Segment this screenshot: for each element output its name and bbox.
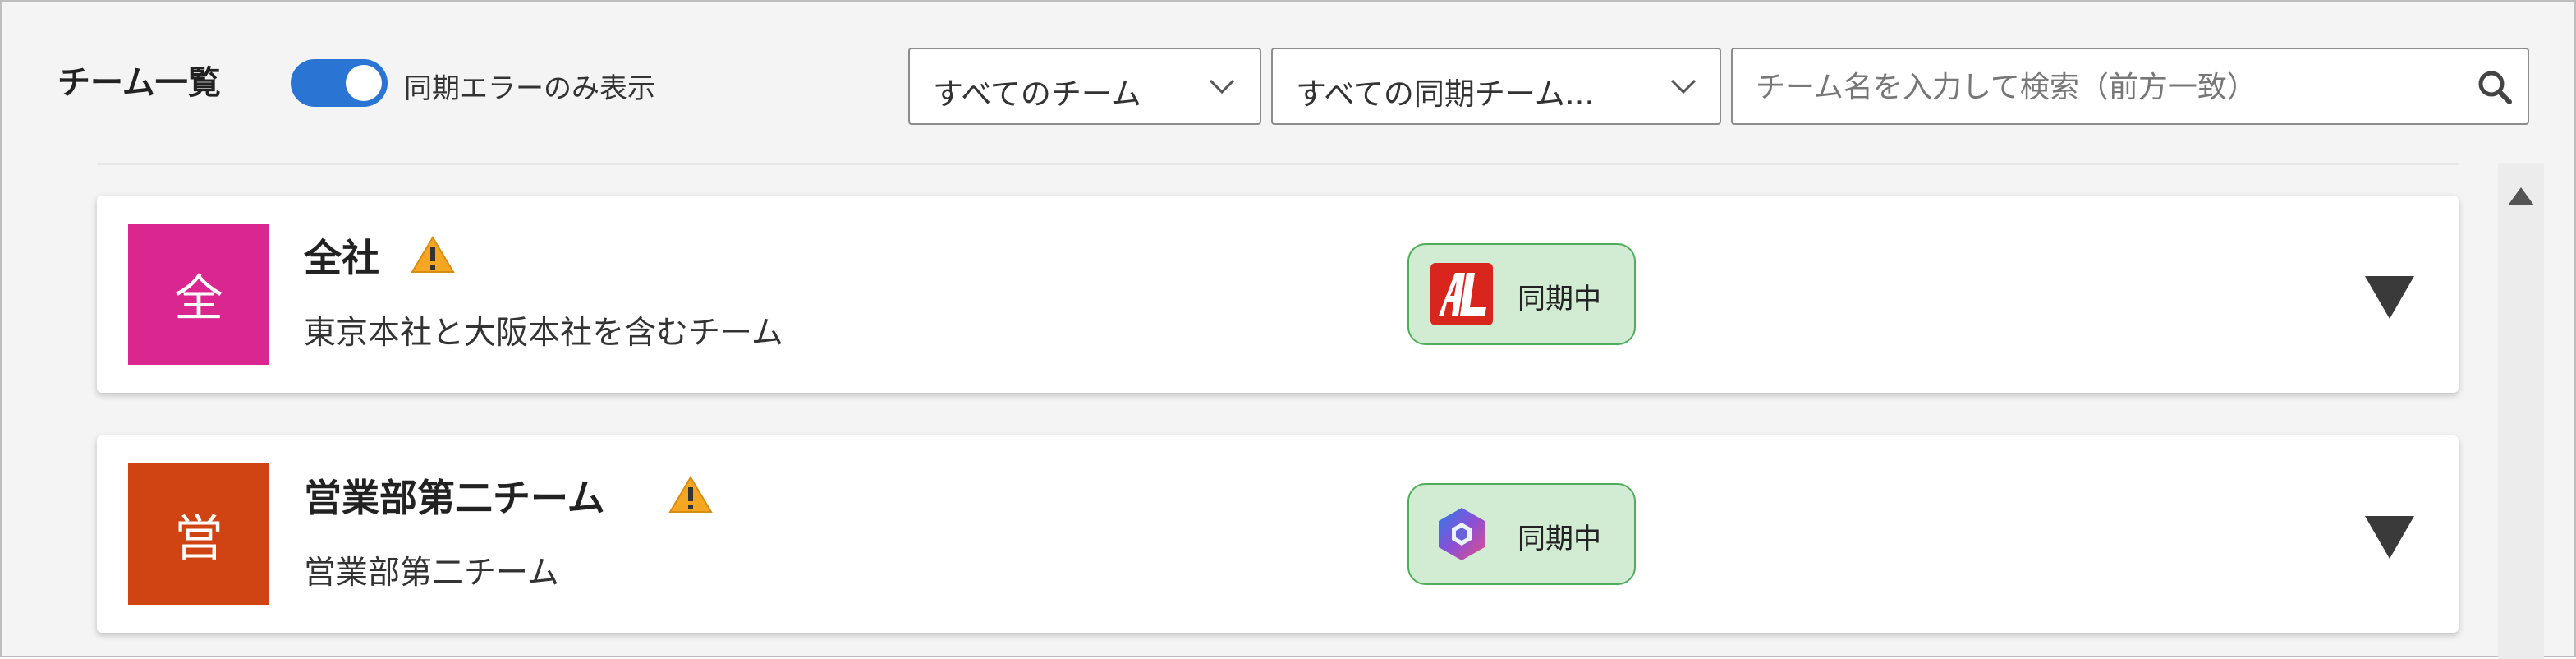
al-logo-icon — [1430, 263, 1493, 325]
page-title: チーム一覧 — [57, 64, 221, 102]
team-name: 全社 — [304, 236, 379, 280]
sync-error-toggle[interactable] — [291, 59, 388, 107]
chevron-down-icon — [1670, 79, 1697, 94]
team-card[interactable]: 全 全社 東京本社と大阪本社を含むチーム 同期中 — [97, 196, 2459, 393]
search-icon[interactable] — [2477, 69, 2513, 105]
team-search-box[interactable] — [1731, 48, 2529, 125]
search-input[interactable] — [1754, 61, 2455, 113]
sync-team-filter-select[interactable]: すべての同期チーム... — [1271, 48, 1721, 125]
scroll-up-icon[interactable] — [2508, 187, 2534, 205]
warning-icon — [411, 236, 455, 273]
warning-icon — [668, 476, 713, 513]
team-avatar: 営 — [128, 463, 269, 605]
expand-triangle-icon[interactable] — [2365, 276, 2414, 319]
sync-status-text: 同期中 — [1518, 523, 1601, 555]
toggle-knob — [346, 65, 382, 101]
header-divider — [97, 163, 2459, 165]
team-avatar: 全 — [128, 224, 269, 365]
expand-triangle-icon[interactable] — [2365, 516, 2414, 559]
sync-error-toggle-label: 同期エラーのみ表示 — [404, 72, 655, 105]
team-filter-value: すべてのチーム — [933, 76, 1141, 112]
microsoft-365-icon — [1439, 508, 1485, 560]
team-description: 営業部第二チーム — [304, 555, 559, 592]
sync-status-text: 同期中 — [1518, 283, 1601, 316]
team-filter-select[interactable]: すべてのチーム — [908, 48, 1261, 125]
sync-status-badge: 同期中 — [1407, 483, 1636, 585]
sync-status-badge: 同期中 — [1407, 243, 1636, 345]
team-list-panel: チーム一覧 同期エラーのみ表示 すべてのチーム すべての同期チーム... 全 全… — [0, 0, 2576, 659]
chevron-down-icon — [1209, 79, 1235, 94]
team-card[interactable]: 営 営業部第二チーム 営業部第二チーム 同期中 — [97, 435, 2459, 633]
sync-team-filter-value: すべての同期チーム... — [1296, 76, 1595, 112]
scrollbar[interactable] — [2498, 163, 2544, 659]
team-description: 東京本社と大阪本社を含むチーム — [304, 315, 783, 352]
team-name: 営業部第二チーム — [304, 476, 605, 520]
